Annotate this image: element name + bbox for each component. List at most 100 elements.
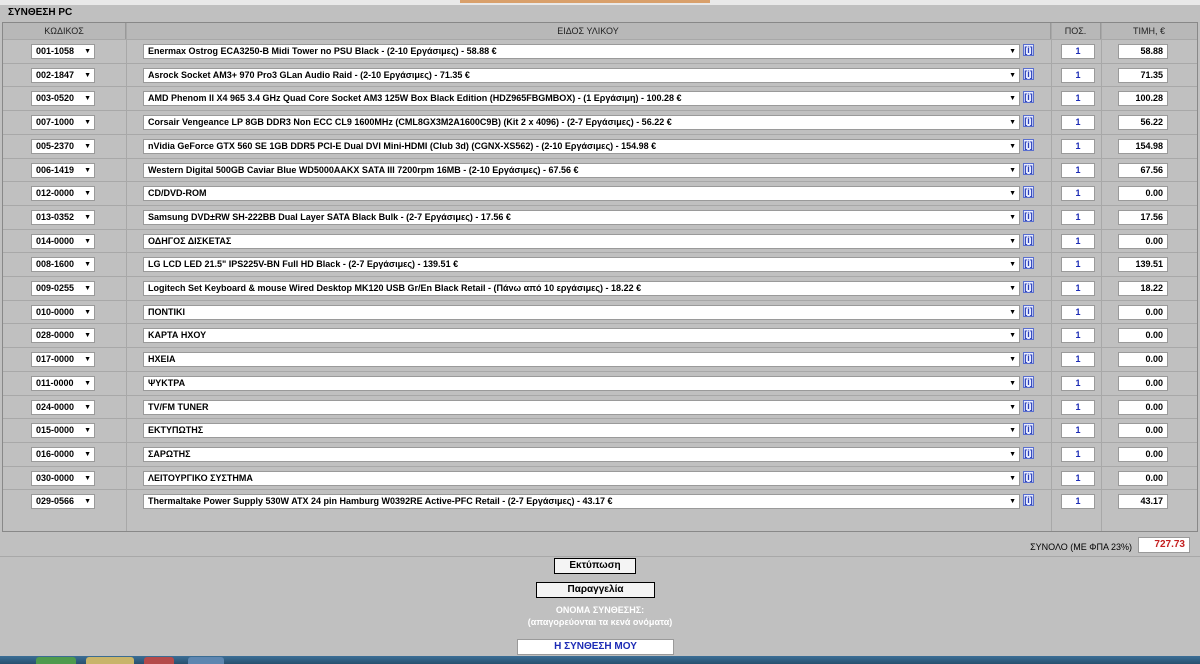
quantity-field[interactable]: 1 [1061, 328, 1095, 344]
chevron-down-icon[interactable]: ▼ [84, 282, 91, 295]
quantity-field[interactable]: 1 [1061, 494, 1095, 510]
code-select[interactable]: 007-1000 ▼ [31, 115, 95, 131]
info-icon[interactable]: [i] [1023, 186, 1034, 199]
chevron-down-icon[interactable]: ▼ [84, 187, 91, 200]
code-select[interactable]: 012-0000 ▼ [31, 186, 95, 202]
chevron-down-icon[interactable]: ▼ [84, 448, 91, 461]
chevron-down-icon[interactable]: ▼ [84, 258, 91, 271]
chevron-down-icon[interactable]: ▼ [84, 401, 91, 414]
quantity-field[interactable]: 1 [1061, 399, 1095, 415]
chevron-down-icon[interactable]: ▼ [1007, 187, 1016, 201]
chevron-down-icon[interactable]: ▼ [84, 69, 91, 82]
chevron-down-icon[interactable]: ▼ [84, 164, 91, 177]
quantity-field[interactable]: 1 [1061, 44, 1095, 59]
code-select[interactable]: 024-0000 ▼ [31, 399, 95, 415]
code-select[interactable]: 029-0566 ▼ [31, 494, 95, 510]
item-select[interactable]: ΨΥΚΤΡΑ ▼ [143, 375, 1020, 391]
quantity-field[interactable]: 1 [1061, 470, 1095, 486]
item-select[interactable]: ΚΑΡΤΑ ΗΧΟΥ ▼ [143, 328, 1020, 344]
item-select[interactable]: Logitech Set Keyboard & mouse Wired Desk… [143, 281, 1020, 296]
quantity-field[interactable]: 1 [1061, 233, 1095, 249]
print-button[interactable]: Εκτύπωση [554, 558, 636, 574]
code-select[interactable]: 030-0000 ▼ [31, 470, 95, 486]
quantity-field[interactable]: 1 [1061, 67, 1095, 83]
chevron-down-icon[interactable]: ▼ [84, 329, 91, 342]
code-select[interactable]: 002-1847 ▼ [31, 67, 95, 83]
taskbar-app-icon[interactable] [36, 657, 76, 664]
info-icon[interactable]: [i] [1023, 352, 1034, 365]
info-icon[interactable]: [i] [1023, 257, 1034, 270]
info-icon[interactable]: [i] [1023, 91, 1034, 104]
chevron-down-icon[interactable]: ▼ [1007, 234, 1016, 248]
code-select[interactable]: 005-2370 ▼ [31, 138, 95, 154]
quantity-field[interactable]: 1 [1061, 257, 1095, 273]
quantity-field[interactable]: 1 [1061, 91, 1095, 107]
info-icon[interactable]: [i] [1023, 281, 1034, 293]
chevron-down-icon[interactable]: ▼ [1007, 424, 1016, 438]
info-icon[interactable]: [i] [1023, 115, 1034, 128]
chevron-down-icon[interactable]: ▼ [84, 45, 91, 58]
chevron-down-icon[interactable]: ▼ [1007, 68, 1016, 82]
item-select[interactable]: ΕΚΤΥΠΩΤΗΣ ▼ [143, 423, 1020, 439]
code-select[interactable]: 014-0000 ▼ [31, 233, 95, 249]
quantity-field[interactable]: 1 [1061, 352, 1095, 368]
chevron-down-icon[interactable]: ▼ [84, 472, 91, 485]
info-icon[interactable]: [i] [1023, 233, 1034, 246]
code-select[interactable]: 003-0520 ▼ [31, 91, 95, 107]
chevron-down-icon[interactable]: ▼ [84, 424, 91, 437]
item-select[interactable]: ΟΔΗΓΟΣ ΔΙΣΚΕΤΑΣ ▼ [143, 233, 1020, 249]
info-icon[interactable]: [i] [1023, 328, 1034, 341]
chevron-down-icon[interactable]: ▼ [1007, 353, 1016, 367]
quantity-field[interactable]: 1 [1061, 375, 1095, 391]
item-select[interactable]: Asrock Socket AM3+ 970 Pro3 GLan Audio R… [143, 67, 1020, 83]
info-icon[interactable]: [i] [1023, 304, 1034, 317]
code-select[interactable]: 006-1419 ▼ [31, 162, 95, 178]
code-select[interactable]: 009-0255 ▼ [31, 281, 95, 296]
chevron-down-icon[interactable]: ▼ [84, 495, 91, 508]
info-icon[interactable]: [i] [1023, 209, 1034, 222]
info-icon[interactable]: [i] [1023, 67, 1034, 80]
taskbar-app-icon[interactable] [188, 657, 224, 664]
item-select[interactable]: nVidia GeForce GTX 560 SE 1GB DDR5 PCI-E… [143, 138, 1020, 154]
code-select[interactable]: 010-0000 ▼ [31, 304, 95, 320]
taskbar-app-icon[interactable] [86, 657, 134, 664]
quantity-field[interactable]: 1 [1061, 281, 1095, 296]
item-select[interactable]: LG LCD LED 21.5" IPS225V-BN Full HD Blac… [143, 257, 1020, 273]
chevron-down-icon[interactable]: ▼ [1007, 305, 1016, 319]
chevron-down-icon[interactable]: ▼ [84, 377, 91, 390]
item-select[interactable]: CD/DVD-ROM ▼ [143, 186, 1020, 202]
item-select[interactable]: Thermaltake Power Supply 530W ATX 24 pin… [143, 494, 1020, 510]
chevron-down-icon[interactable]: ▼ [1007, 163, 1016, 177]
code-select[interactable]: 008-1600 ▼ [31, 257, 95, 273]
chevron-down-icon[interactable]: ▼ [84, 140, 91, 153]
item-select[interactable]: Samsung DVD±RW SH-222BB Dual Layer SATA … [143, 209, 1020, 225]
info-icon[interactable]: [i] [1023, 470, 1034, 483]
chevron-down-icon[interactable]: ▼ [84, 306, 91, 319]
quantity-field[interactable]: 1 [1061, 138, 1095, 154]
quantity-field[interactable]: 1 [1061, 209, 1095, 225]
item-select[interactable]: ΠΟΝΤΙΚΙ ▼ [143, 304, 1020, 320]
item-select[interactable]: TV/FM TUNER ▼ [143, 399, 1020, 415]
quantity-field[interactable]: 1 [1061, 304, 1095, 320]
quantity-field[interactable]: 1 [1061, 446, 1095, 462]
chevron-down-icon[interactable]: ▼ [1007, 45, 1016, 58]
info-icon[interactable]: [i] [1023, 423, 1034, 436]
info-icon[interactable]: [i] [1023, 399, 1034, 412]
chevron-down-icon[interactable]: ▼ [1007, 400, 1016, 414]
quantity-field[interactable]: 1 [1061, 186, 1095, 202]
item-select[interactable]: Corsair Vengeance LP 8GB DDR3 Non ECC CL… [143, 115, 1020, 131]
chevron-down-icon[interactable]: ▼ [1007, 258, 1016, 272]
item-select[interactable]: ΗΧΕΙΑ ▼ [143, 352, 1020, 368]
info-icon[interactable]: [i] [1023, 375, 1034, 388]
code-select[interactable]: 013-0352 ▼ [31, 209, 95, 225]
chevron-down-icon[interactable]: ▼ [1007, 210, 1016, 224]
chevron-down-icon[interactable]: ▼ [84, 92, 91, 105]
code-select[interactable]: 016-0000 ▼ [31, 446, 95, 462]
chevron-down-icon[interactable]: ▼ [1007, 495, 1016, 509]
info-icon[interactable]: [i] [1023, 446, 1034, 459]
item-select[interactable]: ΣΑΡΩΤΗΣ ▼ [143, 446, 1020, 462]
item-select[interactable]: Enermax Ostrog ECA3250-B Midi Tower no P… [143, 44, 1020, 59]
build-name-input[interactable]: Η ΣΥΝΘΕΣΗ ΜΟΥ [517, 639, 674, 655]
quantity-field[interactable]: 1 [1061, 115, 1095, 131]
code-select[interactable]: 001-1058 ▼ [31, 44, 95, 59]
